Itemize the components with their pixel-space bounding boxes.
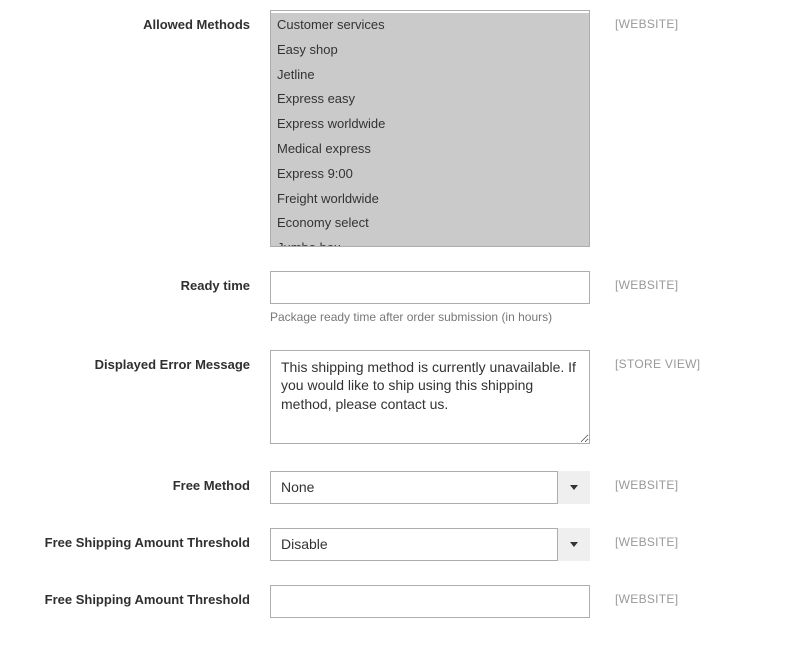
free-shipping-threshold-toggle-control: Disable (270, 528, 590, 561)
field-ready-time: Ready time Package ready time after orde… (20, 271, 769, 326)
field-displayed-error-message: Displayed Error Message This shipping me… (20, 350, 769, 447)
free-shipping-threshold-toggle-select[interactable]: Disable (270, 528, 590, 561)
select-wrap: Disable (270, 528, 590, 561)
displayed-error-message-control: This shipping method is currently unavai… (270, 350, 590, 447)
free-shipping-threshold-value-label: Free Shipping Amount Threshold (20, 585, 270, 607)
multiselect-option[interactable]: Economy select (271, 211, 589, 236)
free-method-label: Free Method (20, 471, 270, 493)
multiselect-option[interactable]: Jumbo box (271, 236, 589, 247)
multiselect-option[interactable]: Easy shop (271, 38, 589, 63)
allowed-methods-label: Allowed Methods (20, 10, 270, 32)
multiselect-option[interactable]: Express 9:00 (271, 162, 589, 187)
scope-badge: [WEBSITE] (590, 585, 678, 606)
field-free-shipping-threshold-value: Free Shipping Amount Threshold [WEBSITE] (20, 585, 769, 618)
displayed-error-message-label: Displayed Error Message (20, 350, 270, 372)
scope-badge: [WEBSITE] (590, 271, 678, 292)
free-shipping-threshold-value-input[interactable] (270, 585, 590, 618)
ready-time-hint: Package ready time after order submissio… (270, 310, 590, 326)
free-shipping-threshold-toggle-label: Free Shipping Amount Threshold (20, 528, 270, 550)
scope-badge: [WEBSITE] (590, 528, 678, 549)
free-method-select[interactable]: None (270, 471, 590, 504)
multiselect-option[interactable]: Customer services (271, 13, 589, 38)
field-free-method: Free Method None [WEBSITE] (20, 471, 769, 504)
ready-time-label: Ready time (20, 271, 270, 293)
select-wrap: None (270, 471, 590, 504)
field-allowed-methods: Allowed Methods Customer services Easy s… (20, 10, 769, 247)
field-free-shipping-threshold-toggle: Free Shipping Amount Threshold Disable [… (20, 528, 769, 561)
multiselect-option[interactable]: Jetline (271, 63, 589, 88)
multiselect-option[interactable]: Express easy (271, 87, 589, 112)
scope-badge: [STORE VIEW] (590, 350, 700, 371)
scope-badge: [WEBSITE] (590, 10, 678, 31)
allowed-methods-control: Customer services Easy shop Jetline Expr… (270, 10, 590, 247)
multiselect-option[interactable]: Medical express (271, 137, 589, 162)
allowed-methods-multiselect[interactable]: Customer services Easy shop Jetline Expr… (270, 10, 590, 247)
multiselect-option[interactable]: Freight worldwide (271, 187, 589, 212)
free-shipping-threshold-value-control (270, 585, 590, 618)
scope-badge: [WEBSITE] (590, 471, 678, 492)
ready-time-control: Package ready time after order submissio… (270, 271, 590, 326)
free-method-control: None (270, 471, 590, 504)
displayed-error-message-textarea[interactable]: This shipping method is currently unavai… (270, 350, 590, 444)
multiselect-option[interactable]: Express worldwide (271, 112, 589, 137)
ready-time-input[interactable] (270, 271, 590, 304)
